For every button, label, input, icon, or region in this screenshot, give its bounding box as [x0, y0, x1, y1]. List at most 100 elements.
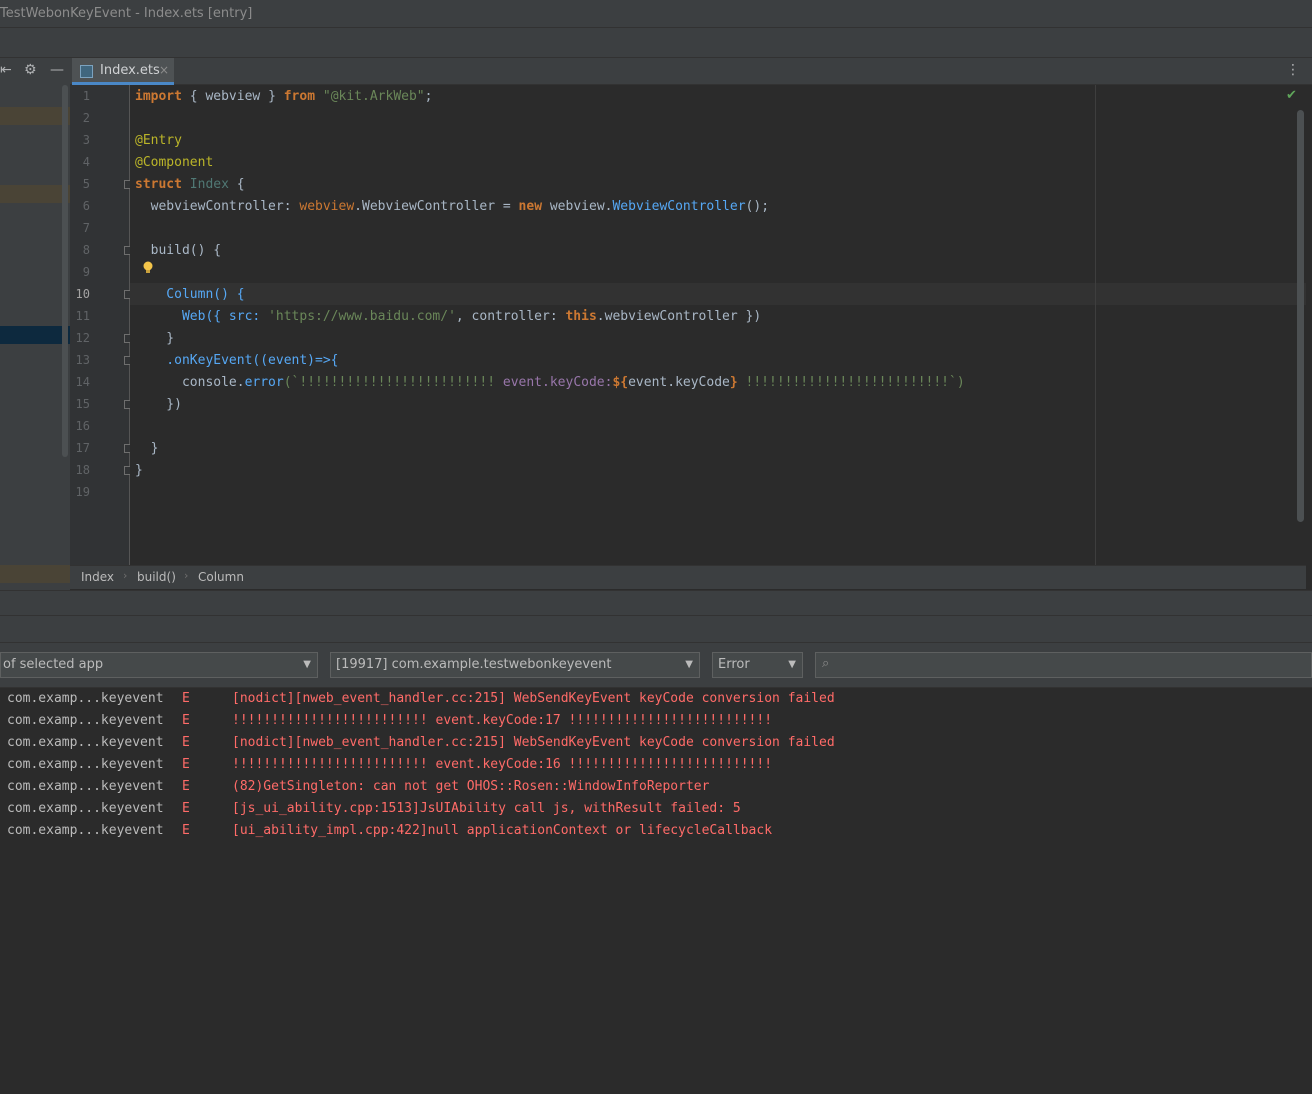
- code-line: @Component: [135, 152, 213, 174]
- line-number: 7: [82, 221, 90, 235]
- log-message: !!!!!!!!!!!!!!!!!!!!!!!!! event.keyCode:…: [232, 713, 773, 728]
- code-token: ${: [612, 375, 629, 390]
- log-level: E: [182, 735, 190, 750]
- editor-scrollbar[interactable]: [1297, 110, 1304, 522]
- log-row[interactable]: com.examp...keyevent E [js_ui_ability.cpp:…: [0, 798, 1312, 820]
- project-tree-highlight[interactable]: [0, 107, 70, 125]
- process-filter-dropdown[interactable]: [19917] com.example.testwebonkeyevent ▼: [330, 652, 700, 678]
- current-line-highlight: [130, 283, 1306, 305]
- code-token: ();: [745, 199, 770, 214]
- code-token: {: [228, 177, 245, 192]
- gear-icon[interactable]: ⚙: [24, 62, 37, 78]
- log-level: E: [182, 779, 190, 794]
- right-margin-guide: [1095, 85, 1096, 565]
- log-tag: com.examp...keyevent: [7, 801, 164, 816]
- log-row[interactable]: com.examp...keyevent E!!!!!!!!!!!!!!!!!!!…: [0, 710, 1312, 732]
- code-token: (`!!!!!!!!!!!!!!!!!!!!!!!!!: [283, 375, 503, 390]
- log-row[interactable]: com.examp...keyevent E!!!!!!!!!!!!!!!!!!!…: [0, 754, 1312, 776]
- lightbulb-icon[interactable]: [142, 261, 154, 275]
- ets-file-icon: [80, 65, 93, 78]
- code-token: @Entry: [135, 133, 182, 148]
- code-line: }: [135, 438, 159, 460]
- log-tag: com.examp...keyevent: [7, 691, 164, 706]
- line-number: 15: [75, 397, 90, 411]
- code-line: struct Index {: [135, 174, 245, 196]
- project-tree-highlight[interactable]: [0, 565, 70, 583]
- log-row[interactable]: com.examp...keyevent E [nodict][nweb_event…: [0, 732, 1312, 754]
- code-token: }: [135, 331, 175, 346]
- log-row[interactable]: com.examp...keyevent E [ui_ability_impl.cp…: [0, 820, 1312, 842]
- chevron-down-icon: ▼: [303, 659, 311, 670]
- project-tree-highlight[interactable]: [0, 185, 70, 203]
- log-row[interactable]: com.examp...keyevent E (82)GetSingleton: c…: [0, 776, 1312, 798]
- code-line: console.error(`!!!!!!!!!!!!!!!!!!!!!!!!!…: [135, 372, 965, 394]
- line-number: 16: [75, 419, 90, 433]
- collapse-icon[interactable]: ⇤: [0, 62, 12, 78]
- code-token: "@kit.ArkWeb": [322, 89, 425, 104]
- code-line: }): [135, 394, 182, 416]
- code-token: event.keyCode:: [502, 375, 613, 390]
- line-number: 9: [82, 265, 90, 279]
- breadcrumb-item-column[interactable]: Column: [198, 570, 244, 584]
- log-row[interactable]: com.examp...keyevent E [nodict][nweb_event…: [0, 688, 1312, 710]
- code-token: this: [565, 309, 597, 324]
- code-token: }: [135, 441, 159, 456]
- log-level-dropdown[interactable]: Error ▼: [712, 652, 803, 678]
- log-tag: com.examp...keyevent: [7, 757, 164, 772]
- chevron-right-icon: ›: [123, 569, 128, 582]
- line-number: 18: [75, 463, 90, 477]
- log-message: [ui_ability_impl.cpp:422]null applicatio…: [232, 823, 773, 838]
- chevron-right-icon: ›: [184, 569, 189, 582]
- code-token: Web({ src:: [135, 309, 269, 324]
- log-filter-bar: of selected app ▼ [19917] com.example.te…: [0, 643, 1312, 688]
- project-toolbar: ⇤ ⚙ —: [0, 58, 70, 85]
- line-number: 8: [82, 243, 90, 257]
- code-line: webviewController: webview.WebviewContro…: [135, 196, 769, 218]
- close-icon[interactable]: ×: [159, 63, 169, 77]
- code-token: console.: [135, 375, 245, 390]
- code-token: webview: [299, 199, 355, 214]
- device-filter-dropdown[interactable]: of selected app ▼: [0, 652, 318, 678]
- breadcrumb-item-build[interactable]: build(): [137, 570, 176, 584]
- code-token: }): [135, 397, 182, 412]
- log-level: E: [182, 801, 190, 816]
- code-token: }: [260, 89, 284, 104]
- code-token: import: [135, 89, 182, 104]
- tool-window-tabs: [0, 616, 1312, 643]
- code-token: .WebviewController =: [354, 199, 519, 214]
- log-tag: com.examp...keyevent: [7, 735, 164, 750]
- log-search-input[interactable]: ⌕: [815, 652, 1312, 678]
- chevron-down-icon: ▼: [685, 659, 693, 670]
- line-number: 4: [82, 155, 90, 169]
- tool-window-header: [0, 590, 1312, 616]
- title-bar: TestWebonKeyEvent - Index.ets [entry]: [0, 0, 1312, 28]
- project-tree-selected[interactable]: [0, 326, 70, 344]
- project-scrollbar[interactable]: [62, 85, 68, 457]
- line-number: 10: [75, 287, 90, 301]
- code-token: .onKeyEvent((event)=>{: [135, 353, 339, 368]
- line-number: 14: [75, 375, 90, 389]
- code-editor[interactable]: import { webview } from "@kit.ArkWeb"; @E…: [130, 85, 1306, 565]
- code-token: webviewController:: [135, 199, 300, 214]
- breadcrumb: Index › build() › Column: [70, 565, 1306, 589]
- log-message: !!!!!!!!!!!!!!!!!!!!!!!!! event.keyCode:…: [232, 757, 773, 772]
- more-options-icon[interactable]: ⋮: [1286, 62, 1300, 78]
- log-message: (82)GetSingleton: can not get OHOS::Rose…: [232, 779, 710, 794]
- code-token: struct: [135, 177, 182, 192]
- code-token: build() {: [135, 243, 222, 258]
- code-token: WebviewController: [612, 199, 746, 214]
- code-line: }: [135, 328, 174, 350]
- line-number: 17: [75, 441, 90, 455]
- navigation-bar: [0, 28, 1312, 58]
- log-message: [nodict][nweb_event_handler.cc:215] WebS…: [232, 691, 835, 706]
- code-token: new: [518, 199, 543, 214]
- code-token: }: [135, 463, 143, 478]
- code-line: .onKeyEvent((event)=>{: [135, 350, 339, 372]
- log-output[interactable]: com.examp...keyevent E [nodict][nweb_event…: [0, 688, 1312, 1094]
- tab-index-ets[interactable]: Index.ets ×: [72, 58, 174, 85]
- minimize-icon[interactable]: —: [50, 62, 64, 78]
- check-icon: ✔: [1286, 88, 1297, 103]
- breadcrumb-item-index[interactable]: Index: [81, 570, 114, 584]
- tab-label: Index.ets: [100, 63, 160, 78]
- process-filter-value: [19917] com.example.testwebonkeyevent: [336, 657, 612, 672]
